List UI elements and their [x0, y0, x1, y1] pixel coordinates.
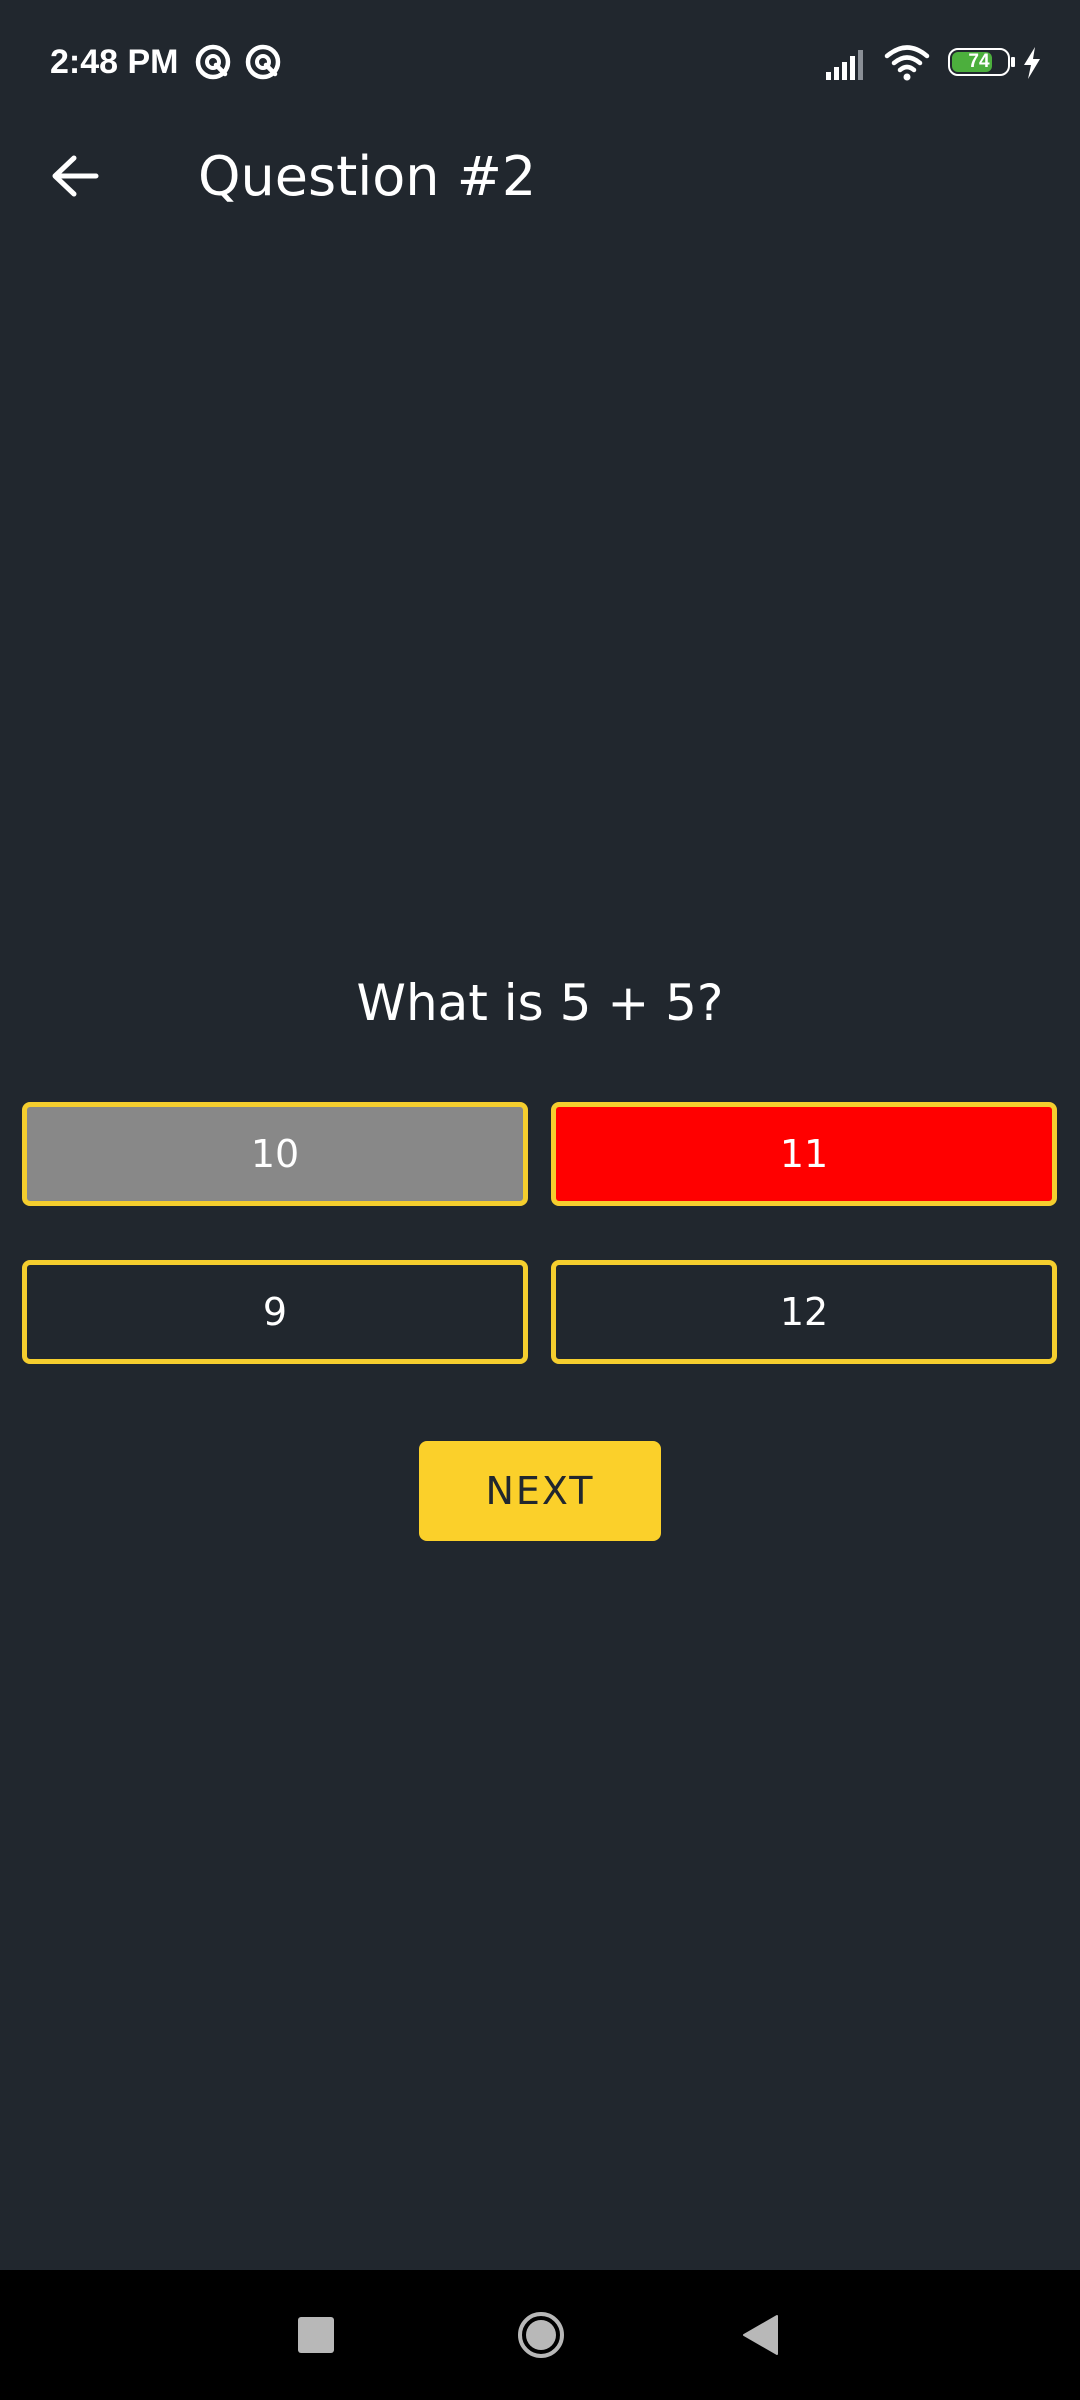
back-button[interactable] — [36, 140, 114, 212]
answer-option-3[interactable]: 9 — [22, 1260, 528, 1364]
arrow-left-icon — [52, 155, 99, 197]
answer-label: 11 — [779, 1132, 829, 1176]
status-time: 2:48 PM — [50, 43, 179, 81]
battery-level-text: 74 — [968, 51, 990, 72]
navigation-bar — [0, 2270, 1080, 2400]
back-triangle-icon[interactable] — [741, 2314, 779, 2356]
status-bar: 2:48 PM 74 — [0, 0, 1080, 126]
answer-label: 12 — [779, 1290, 829, 1334]
question-text: What is 5 + 5? — [356, 974, 724, 1032]
recents-square-icon[interactable] — [298, 2317, 334, 2353]
page-title: Question #2 — [198, 145, 537, 208]
answer-option-2[interactable]: 11 — [551, 1102, 1057, 1206]
answer-option-1[interactable]: 10 — [22, 1102, 528, 1206]
status-indicators: 74 — [826, 44, 1042, 84]
charging-bolt-icon — [1024, 47, 1040, 79]
app-bar: Question #2 — [0, 126, 1080, 226]
next-button[interactable]: NEXT — [419, 1441, 661, 1541]
battery-icon: 74 — [948, 48, 1018, 78]
notification-app-icon — [195, 44, 231, 80]
signal-icon — [826, 50, 863, 80]
answer-option-4[interactable]: 12 — [551, 1260, 1057, 1364]
answer-label: 9 — [262, 1290, 288, 1334]
wifi-icon — [884, 45, 930, 81]
home-circle-icon[interactable] — [516, 2310, 566, 2360]
answer-label: 10 — [250, 1132, 300, 1176]
notification-app-icon — [245, 44, 281, 80]
